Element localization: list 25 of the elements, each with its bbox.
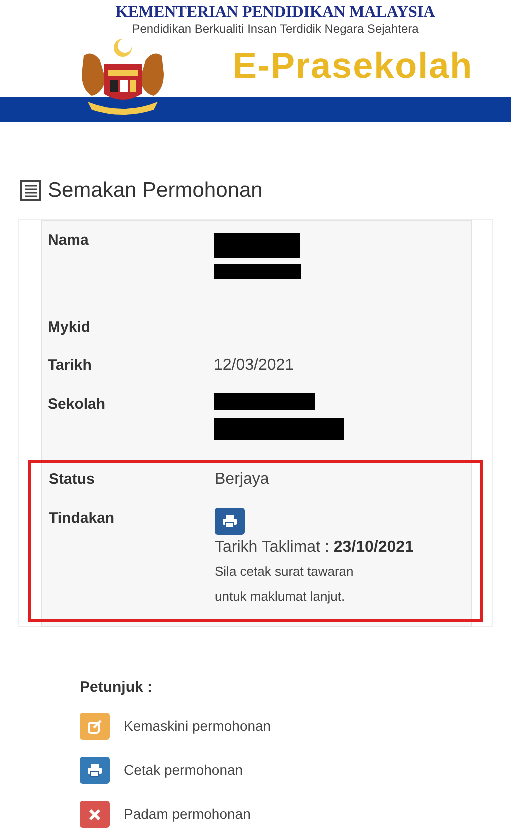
page-title: Semakan Permohonan xyxy=(48,178,263,204)
legend-label: Kemaskini permohonan xyxy=(124,717,272,736)
note-text: Sila cetak surat tawaran xyxy=(215,562,355,580)
edit-icon xyxy=(88,720,102,734)
printer-icon xyxy=(88,764,102,777)
print-button[interactable] xyxy=(215,508,245,534)
ministry-name: KEMENTERIAN PENDIDIKAN MALAYSIA xyxy=(116,4,436,22)
field-label: Nama xyxy=(48,230,90,250)
close-icon xyxy=(89,808,101,820)
legend-title: Petunjuk : xyxy=(80,678,154,698)
list-icon xyxy=(20,180,42,202)
printer-icon xyxy=(223,514,237,528)
note-text: untuk maklumat lanjut. xyxy=(215,588,346,606)
tagline: Pendidikan Berkualiti Insan Terdidik Negara Sejahtera xyxy=(132,22,419,36)
field-value: 12/03/2021 xyxy=(214,356,294,376)
field-label: Status xyxy=(49,470,96,490)
field-label: Sekolah xyxy=(48,394,107,414)
briefing-date: Tarikh Taklimat : 23/10/2021 xyxy=(215,538,414,558)
app-title: E-Prasekolah xyxy=(233,44,474,88)
legend-label: Cetak permohonan xyxy=(124,761,244,780)
field-label: Tarikh xyxy=(48,356,93,376)
field-value: Berjaya xyxy=(215,470,270,490)
field-label: Tindakan xyxy=(49,508,116,528)
field-label: Mykid xyxy=(48,318,92,338)
legend-label: Padam permohonan xyxy=(124,805,251,824)
